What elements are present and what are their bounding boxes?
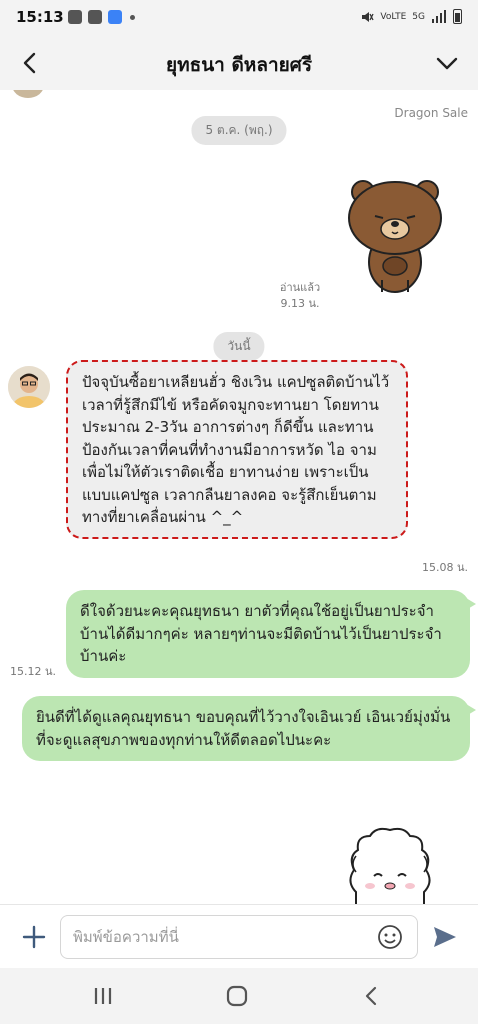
back-icon[interactable]	[362, 985, 380, 1007]
status-bar: 15:13 VoLTE 5G	[0, 0, 478, 36]
mute-icon	[362, 11, 374, 22]
read-receipt: อ่านแล้ว 9.13 น.	[268, 280, 332, 312]
chat-area[interactable]: Dragon Sale 5 ต.ค. (พฤ.) อ่านแล้ว 9.13 น…	[0, 90, 478, 904]
signal-icon	[432, 10, 446, 23]
message-text: ยินดีที่ได้ดูแลคุณยุทธนา ขอบคุณที่ไว้วาง…	[36, 708, 451, 749]
network-type-label: 5G	[412, 11, 425, 22]
message-text: ดีใจด้วยนะคะคุณยุทธนา ยาตัวที่คุณใช้อยู่…	[80, 602, 442, 665]
sender-label: Dragon Sale	[394, 106, 468, 120]
chat-title: ยุทธนา ดีหลายศรี	[165, 54, 313, 76]
sheep-sticker[interactable]	[340, 826, 440, 904]
emoji-icon[interactable]	[377, 924, 403, 950]
message-input[interactable]	[60, 915, 418, 959]
date-separator-today: วันนี้	[213, 332, 265, 361]
incoming-message: ปัจจุบันซื้อยาเหลียนฮั่ว ชิงเวิน แคปซูลต…	[66, 360, 408, 539]
chevron-down-icon[interactable]	[434, 50, 460, 76]
read-time: 9.13 น.	[280, 297, 320, 310]
volte-label: VoLTE	[380, 11, 407, 22]
status-time: 15:13	[16, 8, 64, 26]
bubble-tail	[466, 598, 476, 610]
bubble-tail	[466, 704, 476, 716]
system-status-icons: VoLTE 5G	[360, 9, 462, 24]
more-notifications-icon	[130, 14, 135, 20]
avatar	[12, 90, 44, 98]
date-separator: 5 ต.ค. (พฤ.)	[191, 116, 287, 145]
message-time: 15.12 น.	[10, 665, 57, 678]
battery-icon	[453, 9, 462, 24]
message-time: 15.08 น.	[422, 561, 469, 574]
line-notification-icon	[88, 10, 102, 24]
read-label: อ่านแล้ว	[279, 281, 321, 294]
chat-header: ยุทธนา ดีหลายศรี	[0, 36, 478, 90]
message-text: ปัจจุบันซื้อยาเหลียนฮั่ว ชิงเวิน แคปซูลต…	[82, 373, 390, 526]
home-icon[interactable]	[226, 985, 248, 1007]
avatar[interactable]	[8, 366, 50, 408]
recent-apps-icon[interactable]	[92, 986, 114, 1006]
bear-sticker[interactable]	[346, 174, 444, 300]
gallery-notification-icon	[68, 10, 82, 24]
notification-icons	[68, 10, 135, 24]
send-icon[interactable]	[432, 925, 458, 949]
outgoing-message: ยินดีที่ได้ดูแลคุณยุทธนา ขอบคุณที่ไว้วาง…	[22, 696, 476, 761]
app-notification-icon	[108, 10, 122, 24]
outgoing-message: ดีใจด้วยนะคะคุณยุทธนา ยาตัวที่คุณใช้อยู่…	[66, 590, 476, 678]
system-nav-bar	[0, 968, 478, 1024]
plus-icon[interactable]	[20, 923, 48, 951]
message-input-bar	[0, 904, 478, 968]
